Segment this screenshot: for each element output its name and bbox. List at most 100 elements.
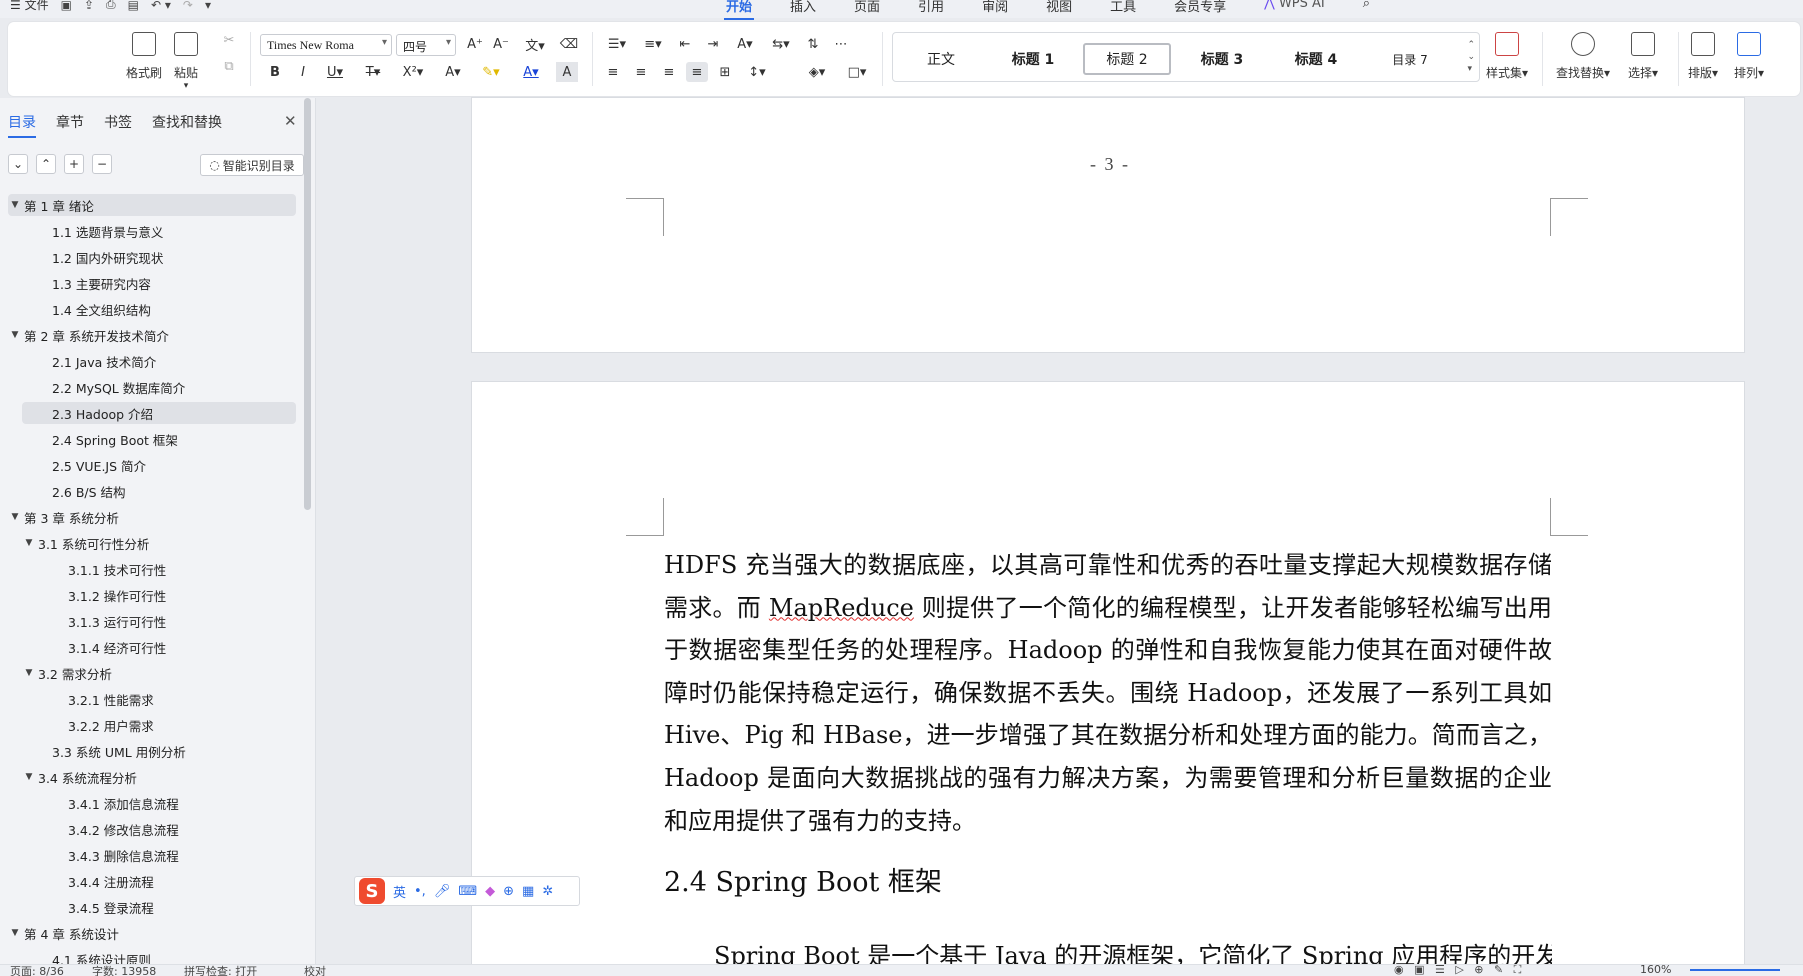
style-gallery-scroll[interactable]: ⌃ ⌄ ▾ [1467, 39, 1475, 75]
print-icon[interactable]: ⎙ [106, 0, 116, 12]
format-painter-button[interactable]: 格式刷 [126, 32, 162, 81]
tab-member[interactable]: 会员专享 [1170, 0, 1230, 15]
game-icon[interactable]: ⊕ [503, 884, 514, 899]
toc-item[interactable]: ▼ 3.1 系统可行性分析 [22, 532, 296, 554]
style-normal[interactable]: 正文 [901, 43, 981, 75]
numbered-list-icon[interactable]: ≡▾ [638, 34, 668, 54]
toc-item[interactable]: 3.4.3 删除信息流程 [38, 844, 296, 866]
select-button[interactable]: 选择▾ [1628, 32, 1658, 81]
collapse-all-button[interactable]: ⌄ [8, 154, 28, 174]
nav-scrollbar[interactable] [304, 98, 311, 510]
promote-button[interactable]: ⌃ [36, 154, 56, 174]
redo-icon[interactable]: ↷ [183, 0, 193, 12]
toc-item[interactable]: 3.4.5 登录流程 [38, 896, 296, 918]
tab-tools[interactable]: 工具 [1106, 0, 1140, 15]
toc-item[interactable]: 3.4.4 注册流程 [38, 870, 296, 892]
chevron-down-icon[interactable]: ▼ [8, 512, 22, 522]
arrange-button[interactable]: 排列▾ [1734, 32, 1764, 81]
settings-icon[interactable]: ✲ [542, 884, 553, 899]
font-size-select[interactable]: 四号 ▾ [396, 34, 456, 56]
text-effect-icon[interactable]: A▾ [438, 62, 468, 82]
style-toc-7[interactable]: 目录 7 [1367, 43, 1453, 75]
tab-review[interactable]: 审阅 [978, 0, 1012, 15]
font-name-select[interactable]: Times New Roma ▾ [260, 34, 392, 56]
paste-button[interactable]: 粘贴 ▾ [174, 32, 198, 91]
section-heading[interactable]: 2.4 Spring Boot 框架 [664, 860, 942, 899]
tab-wps-ai[interactable]: ⋀ WPS AI [1260, 0, 1329, 15]
nav-tab-bookmarks[interactable]: 书签 [104, 112, 132, 138]
font-color-icon[interactable]: A▾ [516, 62, 546, 82]
line-spacing-icon[interactable]: ↕▾ [742, 62, 772, 82]
zoom-slider[interactable] [1690, 969, 1780, 971]
tab-home[interactable]: 开始 [722, 0, 756, 20]
close-icon[interactable]: ✕ [284, 112, 297, 130]
bold-icon[interactable]: B [264, 62, 286, 82]
find-replace-button[interactable]: 查找替换▾ [1556, 32, 1610, 81]
toc-item[interactable]: 1.1 选题背景与意义 [22, 220, 296, 242]
document-paragraph[interactable]: HDFS 充当强大的数据底座，以其高可靠性和优秀的吞吐量支撑起大规模数据存储需求… [664, 544, 1552, 842]
copy-icon[interactable]: ⧉ [218, 56, 240, 76]
decrease-indent-icon[interactable]: ⇤ [674, 34, 696, 54]
align-right-icon[interactable]: ≡ [658, 62, 680, 82]
strikethrough-icon[interactable]: T▾ [358, 62, 388, 82]
add-heading-button[interactable]: + [64, 154, 84, 174]
tab-insert[interactable]: 插入 [786, 0, 820, 15]
phonetic-guide-icon[interactable]: 文▾ [518, 34, 552, 54]
toc-item[interactable]: 2.2 MySQL 数据库简介 [22, 376, 296, 398]
toc-item[interactable]: ▼ 第 4 章 系统设计 [8, 922, 296, 944]
nav-tab-find-replace[interactable]: 查找和替换 [152, 112, 222, 138]
toc-item[interactable]: ▼ 第 2 章 系统开发技术简介 [8, 324, 296, 346]
spell-check-status[interactable]: 拼写检查: 打开 [184, 963, 257, 976]
bullet-list-icon[interactable]: ☰▾ [602, 34, 632, 54]
remove-heading-button[interactable]: − [92, 154, 112, 174]
increase-indent-icon[interactable]: ⇥ [702, 34, 724, 54]
italic-icon[interactable]: I [292, 62, 314, 82]
toc-item[interactable]: 1.2 国内外研究现状 [22, 246, 296, 268]
cut-icon[interactable]: ✂ [218, 30, 240, 50]
show-marks-icon[interactable]: ⋯ [830, 34, 852, 54]
text-direction-icon[interactable]: ⇆▾ [766, 34, 796, 54]
underline-icon[interactable]: U▾ [320, 62, 350, 82]
sort-icon[interactable]: ⇅ [802, 34, 824, 54]
toc-item[interactable]: ▼ 第 3 章 系统分析 [8, 506, 296, 528]
toc-item[interactable]: 2.3 Hadoop 介绍 [22, 402, 296, 424]
misspelled-word[interactable]: MapReduce [769, 594, 914, 622]
highlight-icon[interactable]: ✎▾ [476, 62, 506, 82]
share-icon[interactable]: ⇪ [84, 0, 94, 12]
style-heading-4[interactable]: 标题 4 [1273, 43, 1359, 75]
superscript-icon[interactable]: X²▾ [398, 62, 428, 82]
char-shading-icon[interactable]: A [556, 62, 578, 82]
chevron-down-icon[interactable]: ▼ [8, 928, 22, 938]
toc-item[interactable]: 3.2.2 用户需求 [38, 714, 296, 736]
nav-tab-chapters[interactable]: 章节 [56, 112, 84, 138]
more-icon[interactable]: ▾ [205, 0, 211, 12]
toc-item[interactable]: 3.1.2 操作可行性 [38, 584, 296, 606]
search-icon[interactable]: ⌕ [1359, 0, 1374, 15]
style-heading-3[interactable]: 标题 3 [1179, 43, 1265, 75]
keyboard-icon[interactable]: ⌨ [458, 884, 477, 899]
smart-toc-button[interactable]: ◌ 智能识别目录 [200, 154, 304, 176]
toc-item[interactable]: 3.1.4 经济可行性 [38, 636, 296, 658]
tab-page[interactable]: 页面 [850, 0, 884, 15]
clear-format-icon[interactable]: ⌫ [558, 34, 580, 54]
toc-item[interactable]: 2.4 Spring Boot 框架 [22, 428, 296, 450]
toc-item[interactable]: 3.4.2 修改信息流程 [38, 818, 296, 840]
word-count[interactable]: 字数: 13958 [92, 963, 156, 976]
align-center-icon[interactable]: ≡ [630, 62, 652, 82]
toc-item[interactable]: 2.5 VUE.JS 简介 [22, 454, 296, 476]
undo-icon[interactable]: ↶ ▾ [151, 0, 171, 12]
style-heading-2[interactable]: 标题 2 [1083, 43, 1171, 75]
shrink-font-icon[interactable]: A⁻ [490, 34, 512, 54]
sogou-logo-icon[interactable]: S [359, 878, 385, 904]
toc-item[interactable]: 2.6 B/S 结构 [22, 480, 296, 502]
zoom-level[interactable]: 160% [1640, 963, 1671, 976]
toc-item[interactable]: 1.3 主要研究内容 [22, 272, 296, 294]
distributed-icon[interactable]: ⊞ [714, 62, 736, 82]
align-left-icon[interactable]: ≡ [602, 62, 624, 82]
page-count[interactable]: 页面: 8/36 [10, 963, 64, 976]
nav-tab-toc[interactable]: 目录 [8, 112, 36, 138]
chevron-down-icon[interactable]: ▼ [8, 330, 22, 340]
chevron-down-icon[interactable]: ▼ [22, 668, 36, 678]
style-set-button[interactable]: 样式集▾ [1486, 32, 1528, 81]
grow-font-icon[interactable]: A⁺ [464, 34, 486, 54]
